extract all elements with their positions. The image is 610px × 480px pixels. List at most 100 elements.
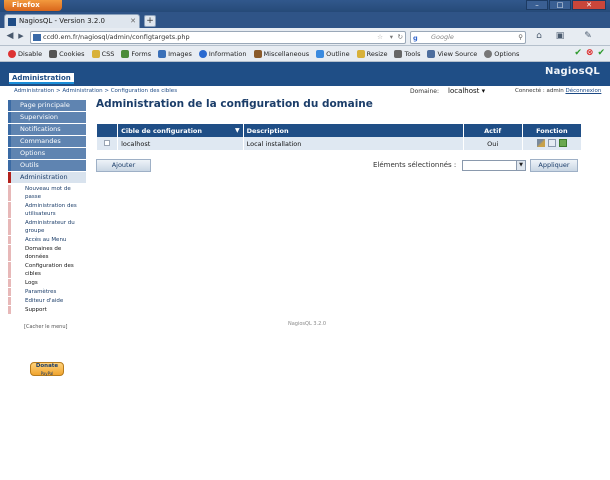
toolbar-item-disable[interactable]: Disable bbox=[5, 49, 45, 58]
header-function: Fonction bbox=[522, 124, 581, 137]
add-button[interactable]: Ajouter bbox=[96, 159, 151, 172]
tab-close-icon[interactable]: ✕ bbox=[130, 15, 136, 28]
breadcrumb[interactable]: Administration > Administration > Config… bbox=[14, 88, 177, 94]
row-checkbox[interactable] bbox=[104, 139, 111, 146]
outline-icon bbox=[316, 49, 325, 58]
toolbar-item-resize[interactable]: Resize bbox=[354, 49, 391, 58]
toolbar-item-tools[interactable]: Tools bbox=[391, 49, 423, 58]
function-cell bbox=[522, 137, 581, 150]
main-content: Administration de la configuration du do… bbox=[96, 98, 582, 172]
browser-tab[interactable]: NagiosQL - Version 3.2.0 ✕ bbox=[4, 14, 140, 28]
submenu-item-menu-access[interactable]: Accès au Menu bbox=[8, 236, 86, 244]
tools-icon bbox=[394, 49, 403, 58]
submenu-item-help-editor[interactable]: Editeur d'aide bbox=[8, 297, 86, 305]
toolbar-item-information[interactable]: Information bbox=[196, 49, 250, 58]
sidebar-item-supervision[interactable]: Supervision bbox=[8, 112, 86, 123]
search-bar[interactable]: g Google ⚲ bbox=[410, 31, 526, 44]
target-cell[interactable]: localhost bbox=[118, 137, 243, 150]
search-placeholder: Google bbox=[431, 33, 454, 41]
valid-icon[interactable]: ✔ bbox=[597, 48, 605, 58]
logout-link[interactable]: Déconnexion bbox=[565, 88, 601, 94]
close-window-button[interactable]: ✕ bbox=[572, 0, 606, 10]
chevron-down-icon: ▾ bbox=[481, 87, 486, 95]
sidebar-item-commandes[interactable]: Commandes bbox=[8, 136, 86, 147]
submenu-item-group-admin[interactable]: Administrateur du groupe bbox=[8, 219, 86, 235]
submenu-item-users[interactable]: Administration des utilisateurs bbox=[8, 202, 86, 218]
addon-icon[interactable]: ✎ bbox=[581, 30, 595, 44]
home-button[interactable]: ⌂ bbox=[533, 30, 545, 44]
toolbar-item-images[interactable]: Images bbox=[155, 49, 195, 58]
submenu-item-logs[interactable]: Logs bbox=[8, 279, 86, 287]
sidebar-item-administration[interactable]: Administration bbox=[8, 172, 86, 183]
sort-down-icon[interactable]: ▼ bbox=[235, 127, 240, 134]
cookies-icon bbox=[49, 49, 58, 58]
window-titlebar: Firefox – □ ✕ bbox=[0, 0, 610, 12]
toolbar-item-outline[interactable]: Outline bbox=[313, 49, 353, 58]
sidebar: Page principale Supervision Notification… bbox=[8, 100, 86, 330]
donate-sub: PayPal bbox=[40, 371, 54, 376]
minimize-button[interactable]: – bbox=[526, 0, 548, 10]
maximize-button[interactable]: □ bbox=[549, 0, 571, 10]
header-target[interactable]: Cible de configuration ▼ bbox=[118, 124, 243, 137]
hide-menu-link[interactable]: [Cacher le menu] bbox=[8, 324, 86, 330]
web-page: Administration NagiosQL Administration >… bbox=[0, 62, 610, 480]
view-source-icon bbox=[427, 49, 436, 58]
back-button[interactable]: ◀ bbox=[4, 30, 16, 44]
url-text: ccd0.em.fr/nagiosql/admin/configtargets.… bbox=[43, 33, 190, 41]
domain-select[interactable]: localhost ▾ bbox=[448, 86, 492, 96]
bookmarks-menu-icon[interactable]: ▣ bbox=[553, 30, 567, 44]
apply-button[interactable]: Appliquer bbox=[530, 159, 578, 172]
domain-select-value: localhost bbox=[448, 87, 480, 95]
submenu-item-config-targets[interactable]: Configuration des cibles bbox=[8, 262, 86, 278]
firefox-menu-button[interactable]: Firefox bbox=[4, 0, 62, 11]
table-header: Cible de configuration ▼ Description Acti… bbox=[97, 124, 581, 137]
toolbar-item-view-source[interactable]: View Source bbox=[424, 49, 480, 58]
header-select-col bbox=[97, 124, 118, 137]
toolbar-item-miscellaneous[interactable]: Miscellaneous bbox=[251, 49, 313, 58]
info-icon[interactable] bbox=[558, 138, 567, 147]
sidebar-item-page-principale[interactable]: Page principale bbox=[8, 100, 86, 111]
sidebar-item-options[interactable]: Options bbox=[8, 148, 86, 159]
check-icon[interactable]: ✔ bbox=[574, 48, 582, 58]
web-developer-toolbar: Disable Cookies CSS Forms Images Informa… bbox=[0, 46, 610, 62]
submenu-item-password[interactable]: Nouveau mot de passe bbox=[8, 185, 86, 201]
active-cell[interactable]: Oui bbox=[463, 137, 522, 150]
targets-table: Cible de configuration ▼ Description Acti… bbox=[96, 124, 582, 150]
forward-button[interactable]: ▶ bbox=[16, 30, 26, 44]
submenu-item-data-domains[interactable]: Domaines de données bbox=[8, 245, 86, 261]
edit-icon[interactable] bbox=[536, 138, 545, 147]
miscellaneous-icon bbox=[253, 49, 262, 58]
toolbar-item-forms[interactable]: Forms bbox=[118, 49, 154, 58]
information-icon bbox=[198, 49, 207, 58]
error-icon[interactable]: ⊗ bbox=[586, 48, 594, 58]
bulk-action-select[interactable]: ▼ bbox=[462, 160, 526, 171]
bookmark-star-icon[interactable]: ☆ bbox=[377, 32, 383, 43]
search-icon[interactable]: ⚲ bbox=[518, 32, 523, 43]
toolbar-item-css[interactable]: CSS bbox=[89, 49, 118, 58]
copy-icon[interactable] bbox=[547, 138, 556, 147]
description-cell[interactable]: Local installation bbox=[243, 137, 463, 150]
sidebar-item-notifications[interactable]: Notifications bbox=[8, 124, 86, 135]
toolbar-item-options[interactable]: Options bbox=[481, 49, 522, 58]
tab-administration[interactable]: Administration bbox=[9, 73, 74, 84]
url-bar[interactable]: ccd0.em.fr/nagiosql/admin/configtargets.… bbox=[30, 31, 406, 44]
table-row[interactable]: localhost Local installation Oui bbox=[97, 137, 581, 150]
nagiosql-logo: NagiosQL bbox=[545, 66, 600, 77]
toolbar-item-cookies[interactable]: Cookies bbox=[46, 49, 87, 58]
sidebar-item-outils[interactable]: Outils bbox=[8, 160, 86, 171]
page-title: Administration de la configuration du do… bbox=[96, 98, 373, 110]
page-footer: NagiosQL 3.2.0 bbox=[288, 321, 327, 327]
reload-icon[interactable]: ↻ bbox=[398, 32, 403, 43]
google-icon[interactable]: g bbox=[413, 33, 418, 44]
submenu-item-support[interactable]: Support bbox=[8, 306, 86, 314]
header-description[interactable]: Description bbox=[243, 124, 463, 137]
new-tab-button[interactable]: + bbox=[144, 15, 156, 27]
resize-icon bbox=[356, 49, 365, 58]
header-active[interactable]: Actif bbox=[463, 124, 522, 137]
table-actions: Ajouter Eléments sélectionnés : ▼ Appliq… bbox=[96, 159, 582, 173]
administration-submenu: Nouveau mot de passe Administration des … bbox=[8, 185, 86, 314]
donate-button[interactable]: Donate PayPal bbox=[30, 362, 64, 376]
submenu-item-settings[interactable]: Paramètres bbox=[8, 288, 86, 296]
tab-bar: NagiosQL - Version 3.2.0 ✕ + bbox=[0, 12, 610, 28]
url-dropdown-icon[interactable]: ▾ bbox=[390, 32, 393, 43]
